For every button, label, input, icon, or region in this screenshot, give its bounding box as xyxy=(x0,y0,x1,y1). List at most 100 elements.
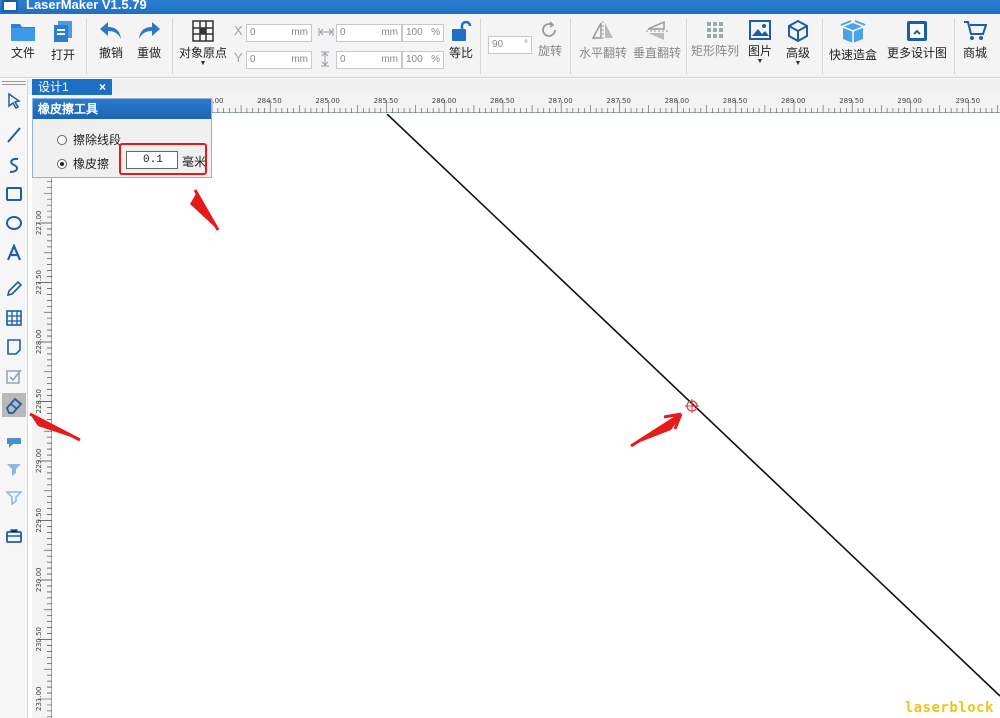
line-icon xyxy=(7,127,21,143)
ruler-label: 286.00 xyxy=(432,97,457,105)
ruler-label: 286.50 xyxy=(490,97,515,105)
ruler-label: 290.00 xyxy=(897,97,922,105)
toolbox-icon xyxy=(6,529,22,543)
vertical-flip-button[interactable]: 垂直翻转 xyxy=(632,14,682,78)
document-tabs: 设计1 × xyxy=(28,79,1000,95)
radio-erase-segment[interactable] xyxy=(57,134,67,145)
ruler-label: 288.00 xyxy=(665,97,690,105)
width-scale-field[interactable]: 100% xyxy=(402,24,444,42)
page-icon xyxy=(7,339,21,355)
table-tool[interactable] xyxy=(2,306,26,330)
y-label: Y xyxy=(234,50,243,65)
toolbox-grip[interactable] xyxy=(2,81,26,85)
undo-button[interactable]: 撤销 xyxy=(96,14,126,78)
rect-array-button[interactable]: 矩形阵列 xyxy=(690,14,740,78)
ruler-label: 289.00 xyxy=(781,97,806,105)
weld-icon xyxy=(7,464,21,476)
ruler-label: 289.50 xyxy=(839,97,864,105)
eraser-width-input[interactable]: 0.1 xyxy=(126,151,178,169)
y-position-field[interactable]: 0 mm xyxy=(246,51,312,69)
curve-tool[interactable] xyxy=(2,153,26,177)
ruler-label: 290.50 xyxy=(956,97,981,105)
option-eraser[interactable]: 橡皮擦 xyxy=(57,155,109,172)
more-designs-button[interactable]: 更多设计图 xyxy=(886,14,948,78)
rectangle-tool[interactable] xyxy=(2,182,26,206)
height-field[interactable]: 0 mm xyxy=(336,51,402,69)
store-button[interactable]: 商城 xyxy=(960,14,990,78)
rotation-angle-field[interactable]: 90 ° xyxy=(488,36,532,54)
eraser-tool[interactable] xyxy=(2,393,26,417)
canvas-drawing xyxy=(386,114,1000,697)
redo-button[interactable]: 重做 xyxy=(134,14,164,78)
trim-tool[interactable] xyxy=(2,485,26,509)
redo-icon xyxy=(139,22,160,39)
edit-nodes-tool[interactable] xyxy=(2,364,26,388)
flip-horizontal-icon xyxy=(591,21,613,41)
app-logo-icon xyxy=(2,0,18,12)
tab-design1[interactable]: 设计1 × xyxy=(32,79,112,95)
fill-icon xyxy=(7,438,21,448)
page-tool[interactable] xyxy=(2,335,26,359)
chevron-down-icon: ▼ xyxy=(756,58,764,65)
horizontal-flip-button[interactable]: 水平翻转 xyxy=(578,14,628,78)
left-toolbox xyxy=(0,79,28,718)
toolbox-tool[interactable] xyxy=(2,524,26,548)
height-scale-field[interactable]: 100% xyxy=(402,51,444,69)
unlock-icon xyxy=(452,20,472,41)
vertical-ruler: 227.00 227.50 228.00 228.50 229.00 229.50 230.… xyxy=(32,113,52,718)
object-origin-button[interactable]: 对象原点 ▼ xyxy=(178,14,228,78)
ruler-label: 287.50 xyxy=(606,97,631,105)
width-field[interactable]: 0 mm xyxy=(336,24,402,42)
design-gallery-icon xyxy=(907,21,927,41)
advanced-button[interactable]: 高级 ▼ xyxy=(782,14,814,78)
toolbar-divider xyxy=(172,18,173,74)
text-icon xyxy=(6,244,22,261)
cursor-icon xyxy=(8,92,21,109)
vertical-ruler-ticks: 227.00227.50228.00228.50229.00229.50230.… xyxy=(35,163,52,718)
select-tool[interactable] xyxy=(2,89,26,113)
quick-box-button[interactable]: 快速造盒 xyxy=(828,14,878,78)
open-button[interactable]: 打开 xyxy=(48,14,78,78)
open-file-icon xyxy=(54,21,72,42)
radio-eraser[interactable] xyxy=(57,158,67,169)
design-canvas[interactable]: laserblock xyxy=(53,114,1000,718)
app-title: LaserMaker V1.5.79 xyxy=(26,0,147,12)
toolbar-divider xyxy=(686,18,687,74)
toolbar-divider xyxy=(954,18,955,74)
watermark: laserblock xyxy=(904,700,994,716)
line-tool[interactable] xyxy=(2,123,26,147)
cube-icon xyxy=(788,20,808,42)
ruler-label: 284.50 xyxy=(257,97,282,105)
text-tool[interactable] xyxy=(2,241,26,265)
weld-tool[interactable] xyxy=(2,457,26,481)
option-erase-segment[interactable]: 擦除线段 xyxy=(57,131,121,148)
drawn-line[interactable] xyxy=(386,114,1000,697)
toolbar-divider xyxy=(480,18,481,74)
title-bar: LaserMaker V1.5.79 xyxy=(0,0,1000,14)
close-tab-icon[interactable]: × xyxy=(99,79,106,95)
x-position-field[interactable]: 0 mm xyxy=(246,24,312,42)
rotate-button[interactable]: 旋转 xyxy=(536,14,564,78)
image-icon xyxy=(749,20,771,40)
image-button[interactable]: 图片 ▼ xyxy=(746,14,774,78)
pen-tool[interactable] xyxy=(2,277,26,301)
height-icon xyxy=(321,51,329,67)
rotate-icon xyxy=(542,21,556,37)
trim-icon xyxy=(5,491,23,506)
origin-grid-icon xyxy=(192,20,214,42)
eraser-width-unit: 毫米 xyxy=(182,155,207,169)
chevron-down-icon: ▼ xyxy=(794,60,802,67)
ruler-label: 285.00 xyxy=(315,97,340,105)
proportional-lock-button[interactable]: 等比 xyxy=(448,14,474,78)
folder-icon xyxy=(11,24,35,41)
eraser-icon xyxy=(5,397,23,414)
app-window: LaserMaker V1.5.79 文件 打开 撤销 重做 对象原点 ▼ X … xyxy=(0,0,1000,718)
ellipse-tool[interactable] xyxy=(2,211,26,235)
ruler-label: 285.50 xyxy=(374,97,399,105)
panel-title: 橡皮擦工具 xyxy=(33,99,211,119)
toolbar-divider xyxy=(86,18,87,74)
fill-tool[interactable] xyxy=(2,429,26,453)
cart-icon xyxy=(964,21,987,40)
file-button[interactable]: 文件 xyxy=(8,14,38,78)
ruler-label: 231.00 xyxy=(35,687,43,712)
